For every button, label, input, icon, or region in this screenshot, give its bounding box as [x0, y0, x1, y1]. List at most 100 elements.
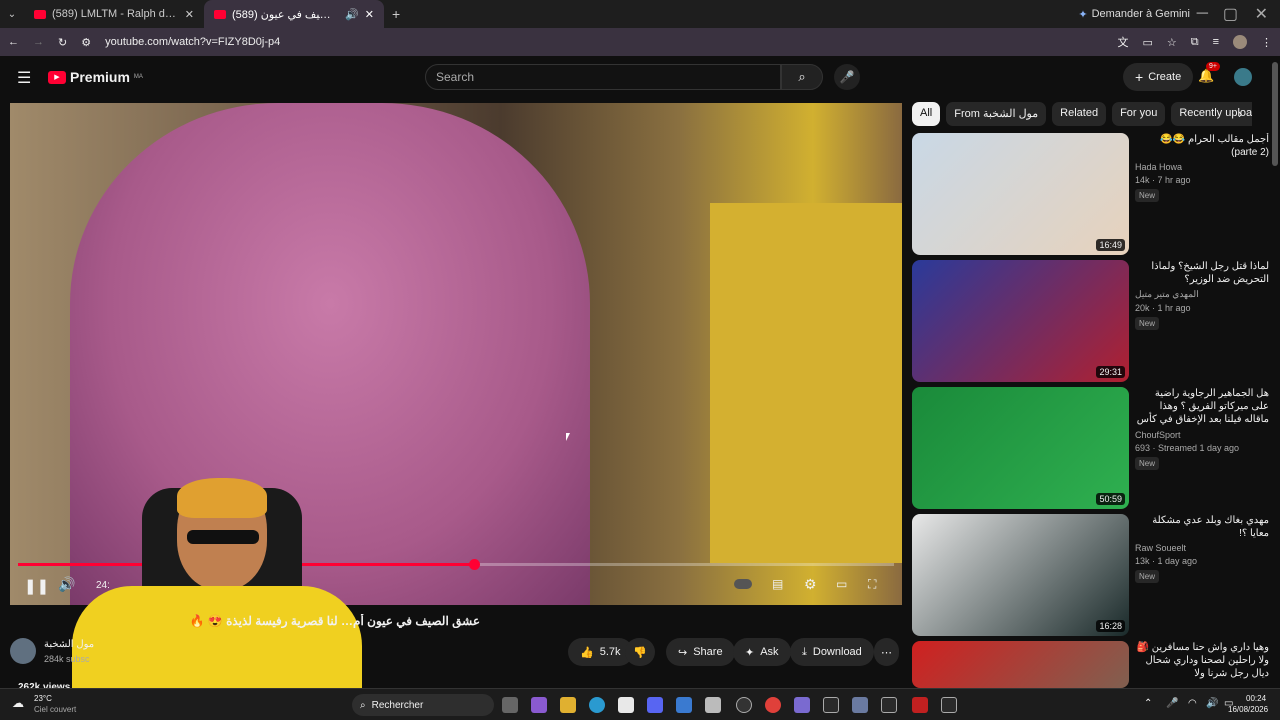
ask-button[interactable]: ✦ Ask	[733, 638, 791, 666]
profile-avatar[interactable]	[1233, 35, 1247, 49]
forward-icon[interactable]: →	[33, 36, 44, 48]
voice-search-icon[interactable]: 🎤	[834, 64, 860, 90]
recommendation-item[interactable]: وهيا داري واش حنا مسافرين 🎒 ولا راحلين ل…	[912, 641, 1272, 688]
share-button[interactable]: ↪ Share	[666, 638, 735, 666]
app-icon[interactable]	[881, 697, 897, 713]
recommendation-item[interactable]: 50:59 هل الجماهير الرجاوية راضية على ميرك…	[912, 387, 1272, 509]
chrome-icon[interactable]	[765, 697, 781, 713]
recommendation-title[interactable]: لماذا قتل رجل الشيخ؟ ولماذا التحريض ضد ا…	[1135, 260, 1269, 286]
progress-scrubber[interactable]	[468, 559, 480, 570]
windows-taskbar: ☁ 23°C Ciel couvert ⌕ Rechercher ⌃ 🎤 ◠ 🔊…	[0, 688, 1280, 720]
maximize-icon[interactable]: ▢	[1223, 4, 1238, 24]
recommendation-item[interactable]: 16:49 أجمل مقالب الحرام 😂😂 (parte 2) Hada …	[912, 133, 1272, 255]
notifications-button[interactable]: 🔔 9+	[1198, 62, 1220, 84]
taskbar-search-label: Rechercher	[371, 699, 424, 711]
back-icon[interactable]: ←	[8, 36, 19, 48]
like-button[interactable]: 👍 5.7k	[568, 638, 633, 666]
app-icon[interactable]	[705, 697, 721, 713]
autoplay-toggle[interactable]	[734, 579, 752, 589]
wifi-icon[interactable]: ◠	[1188, 698, 1197, 709]
video-thumbnail[interactable]: 16:28	[912, 514, 1129, 636]
recommendation-stats: 20k · 1 hr ago	[1135, 303, 1191, 313]
reload-icon[interactable]: ↻	[58, 36, 67, 49]
app-icon[interactable]	[676, 697, 692, 713]
tray-chevron-icon[interactable]: ⌃	[1144, 698, 1152, 709]
video-thumbnail[interactable]: 16:49	[912, 133, 1129, 255]
extensions-icon[interactable]: ⧉	[1191, 36, 1199, 49]
media-icon[interactable]: ≡	[1213, 36, 1219, 48]
recommendation-item[interactable]: 29:31 لماذا قتل رجل الشيخ؟ ولماذا التحريض…	[912, 260, 1272, 382]
speaker-icon[interactable]: 🔊	[345, 8, 359, 21]
tab-2[interactable]: (589) عشق الصيف في عيون 🔊 ✕	[204, 0, 384, 28]
chip-related[interactable]: Related	[1052, 102, 1107, 126]
app-icon[interactable]	[941, 697, 957, 713]
discord-icon[interactable]	[647, 697, 663, 713]
volume-icon[interactable]: 🔊	[1206, 698, 1218, 709]
create-button[interactable]: + Create	[1123, 63, 1194, 91]
recommendation-channel[interactable]: Raw Soueelt	[1135, 543, 1269, 553]
taskbar-search[interactable]: ⌕ Rechercher	[352, 694, 494, 716]
translate-icon[interactable]: 文	[1117, 34, 1128, 50]
close-icon[interactable]: ✕	[365, 8, 374, 21]
recommendation-channel[interactable]: ChoufSport	[1135, 430, 1269, 440]
file-explorer-icon[interactable]	[560, 697, 576, 713]
bookmark-star-icon[interactable]: ☆	[1167, 36, 1177, 49]
menu-icon[interactable]: ⋮	[1261, 36, 1272, 49]
minimize-icon[interactable]: ─	[1197, 5, 1208, 23]
site-info-icon[interactable]: ⚙	[81, 36, 91, 49]
scrollbar[interactable]	[1272, 62, 1278, 166]
recommendation-title[interactable]: أجمل مقالب الحرام 😂😂 (parte 2)	[1135, 133, 1269, 159]
task-view-icon[interactable]	[502, 697, 518, 713]
fullscreen-icon[interactable]: ⛶	[868, 577, 876, 592]
subtitles-icon[interactable]: ▤	[772, 577, 783, 591]
theater-mode-icon[interactable]: ▭	[836, 577, 847, 591]
channel-name[interactable]: مول الشخبة	[44, 639, 94, 650]
download-icon: ⤓	[802, 645, 807, 658]
video-thumbnail[interactable]: 50:59	[912, 387, 1129, 509]
app-icon[interactable]	[912, 697, 928, 713]
account-avatar[interactable]	[1234, 68, 1252, 86]
video-thumbnail[interactable]: 29:31	[912, 260, 1129, 382]
recommendation-channel[interactable]: Hada Howa	[1135, 162, 1269, 172]
hamburger-menu-icon[interactable]: ☰	[17, 68, 31, 88]
chevron-right-icon[interactable]: ›	[1238, 106, 1242, 121]
copilot-icon[interactable]	[531, 697, 547, 713]
recommendation-title[interactable]: مهدي بغاك وبلد عدي مشكلة معايا ؟!	[1135, 514, 1269, 540]
close-window-icon[interactable]: ✕	[1255, 4, 1268, 24]
tab-1[interactable]: (589) LMLTM - Ralph de Ashton ✕	[24, 0, 204, 28]
obs-icon[interactable]	[736, 697, 752, 713]
recommendation-channel[interactable]: المهدي متير متيل	[1135, 289, 1269, 300]
gemini-button[interactable]: ✦ Demander à Gemini	[1078, 8, 1190, 21]
cast-icon[interactable]: ▭	[1142, 36, 1152, 49]
download-button[interactable]: ⤓ Download	[790, 638, 874, 666]
clock-date[interactable]: 16/08/2026	[1228, 705, 1268, 714]
settings-gear-icon[interactable]: ⚙	[804, 576, 817, 593]
url-field[interactable]: youtube.com/watch?v=FIZY8D0j-p4	[105, 36, 1103, 48]
more-actions-button[interactable]: ⋯	[874, 638, 899, 666]
search-input[interactable]: Search	[425, 64, 781, 90]
store-icon[interactable]	[618, 697, 634, 713]
mic-icon[interactable]: 🎤	[1166, 698, 1178, 709]
clock-time[interactable]: 00:24	[1246, 694, 1266, 703]
tab-list-icon[interactable]: ⌄	[0, 9, 24, 20]
app-icon[interactable]	[794, 697, 810, 713]
edge-icon[interactable]	[589, 697, 605, 713]
close-icon[interactable]: ✕	[185, 8, 194, 21]
video-thumbnail[interactable]	[912, 641, 1129, 688]
app-icon[interactable]	[823, 697, 839, 713]
search-button[interactable]: ⌕	[781, 64, 823, 90]
recommendation-title[interactable]: هل الجماهير الرجاوية راضية على ميركاتو ا…	[1135, 387, 1269, 427]
recommendation-item[interactable]: 16:28 مهدي بغاك وبلد عدي مشكلة معايا ؟! Ra…	[912, 514, 1272, 636]
channel-avatar[interactable]	[10, 638, 36, 664]
search-placeholder: Search	[436, 70, 475, 84]
chip-for-you[interactable]: For you	[1112, 102, 1166, 126]
youtube-logo[interactable]: ▶ Premium MA	[48, 69, 143, 85]
recommendation-title[interactable]: وهيا داري واش حنا مسافرين 🎒 ولا راحلين ل…	[1135, 641, 1269, 680]
new-tab-button[interactable]: +	[392, 6, 400, 22]
app-icon[interactable]	[852, 697, 868, 713]
pause-icon[interactable]: ❚❚	[24, 577, 49, 595]
chip-all[interactable]: All	[912, 102, 941, 126]
webcam-glasses	[187, 530, 259, 544]
dislike-button[interactable]: 👎	[625, 638, 655, 666]
chip-from-channel[interactable]: From مول الشخبة	[946, 102, 1047, 126]
